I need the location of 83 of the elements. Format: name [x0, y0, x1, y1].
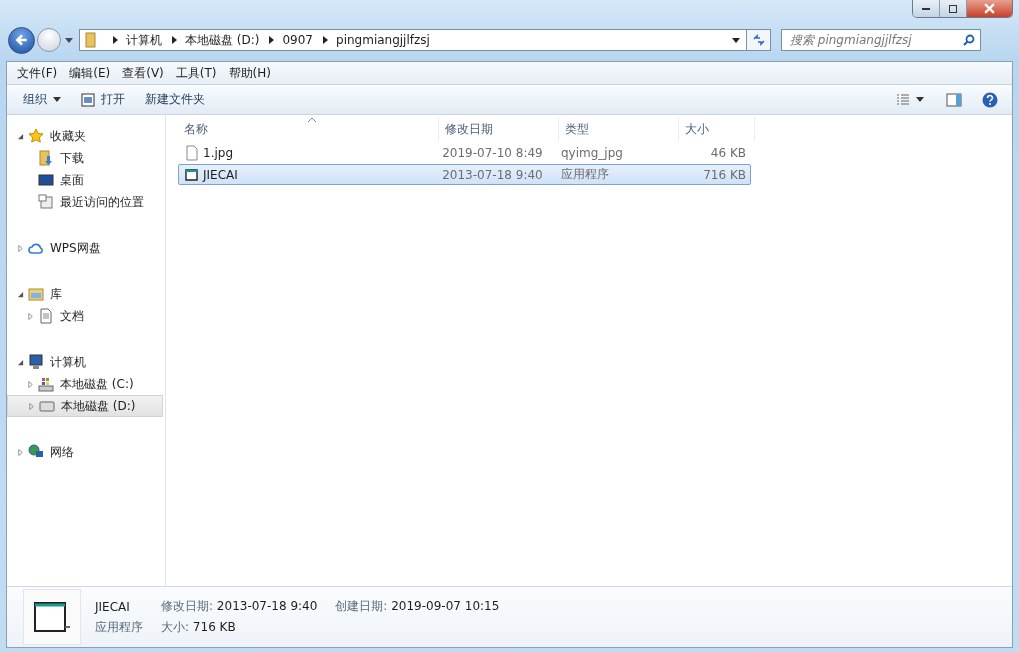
- window-icon: [81, 92, 95, 107]
- file-row[interactable]: 1.jpg 2019-07-10 8:49 qyimg_jpg 46 KB: [178, 142, 751, 163]
- back-button[interactable]: [8, 26, 35, 54]
- nav-item[interactable]: 库: [7, 283, 163, 305]
- file-size: 716 KB: [702, 167, 747, 182]
- menu-item[interactable]: 帮助(H): [222, 64, 277, 82]
- details-label: 创建日期: 2019-09-07 10:15: [335, 598, 500, 615]
- nav-item[interactable]: 网络: [7, 441, 163, 463]
- minimize-button[interactable]: [913, 0, 940, 17]
- nav-item[interactable]: 文档: [7, 305, 163, 327]
- recent-places-icon: [38, 194, 54, 210]
- breadcrumb-arrow-icon[interactable]: [172, 36, 177, 44]
- column-header[interactable]: 类型: [559, 117, 679, 141]
- expanded-arrow-icon[interactable]: [17, 132, 24, 140]
- details-label: 修改日期: 2013-07-18 9:40: [161, 598, 318, 615]
- nav-item[interactable]: 本地磁盘 (C:): [7, 373, 163, 395]
- document-icon: [38, 308, 54, 324]
- details-file-name: JIECAI: [95, 599, 131, 614]
- file-type: 应用程序: [559, 166, 610, 183]
- column-header[interactable]: 修改日期: [439, 117, 559, 141]
- expanded-arrow-icon[interactable]: [17, 290, 24, 298]
- refresh-icon: [752, 34, 765, 46]
- breadcrumb-item[interactable]: 计算机: [126, 31, 162, 49]
- search-icon[interactable]: [963, 34, 975, 46]
- breadcrumb-item[interactable]: 本地磁盘 (D:): [185, 31, 260, 49]
- column-header[interactable]: 名称: [178, 117, 439, 141]
- network-icon: [28, 444, 44, 460]
- file-name: JIECAI: [203, 167, 238, 182]
- modified-date: 2019-07-10 8:49: [441, 145, 544, 160]
- nav-item[interactable]: WPS网盘: [7, 237, 163, 259]
- maximize-button[interactable]: [940, 0, 967, 17]
- back-arrow-icon: [14, 33, 29, 47]
- desktop-icon: [38, 172, 54, 188]
- expanded-arrow-icon[interactable]: [17, 358, 24, 366]
- menu-item[interactable]: 编辑(E): [63, 64, 117, 82]
- breadcrumb-arrow-icon[interactable]: [269, 36, 275, 44]
- application-icon: [184, 166, 200, 183]
- menu-item[interactable]: 工具(T): [169, 64, 223, 82]
- nav-item[interactable]: 最近访问的位置: [7, 191, 163, 213]
- nav-item[interactable]: 收藏夹: [7, 125, 163, 147]
- file-size: 46 KB: [709, 145, 747, 160]
- preview-pane-icon: [946, 92, 962, 107]
- blank-file-icon: [184, 144, 200, 161]
- star-icon: [28, 128, 44, 144]
- details-file-type: 应用程序: [95, 619, 143, 636]
- computer-icon: [28, 354, 44, 370]
- library-folder-icon: [28, 286, 44, 302]
- breadcrumb-item[interactable]: 0907: [282, 33, 313, 47]
- caret-icon: [53, 97, 61, 102]
- maximize-icon: [948, 3, 958, 14]
- file-thumbnail: [23, 589, 81, 645]
- breadcrumb-arrow-icon[interactable]: [323, 36, 328, 44]
- nav-item[interactable]: 桌面: [7, 169, 163, 191]
- nav-item[interactable]: 本地磁盘 (D:): [7, 395, 163, 417]
- address-bar[interactable]: 计算机 本地磁盘 (D:) 0907 pingmiangjjlfzsj: [79, 29, 771, 51]
- nav-item[interactable]: 下载: [7, 147, 163, 169]
- help-icon: [982, 91, 998, 108]
- search-field[interactable]: 搜索 pingmiangjjlfzsj: [781, 29, 981, 51]
- open-button[interactable]: 打开: [75, 88, 131, 111]
- dropdown-caret-icon[interactable]: [732, 37, 740, 43]
- details-label: 大小: 716 KB: [161, 619, 237, 636]
- refresh-button[interactable]: [746, 30, 770, 50]
- menu-item[interactable]: 文件(F): [11, 64, 64, 82]
- organize-button[interactable]: 组织: [17, 88, 67, 111]
- caret-icon[interactable]: [916, 97, 924, 102]
- file-name: 1.jpg: [203, 145, 234, 160]
- modified-date: 2013-07-18 9:40: [441, 167, 544, 182]
- file-row[interactable]: JIECAI 2013-07-18 9:40 应用程序 716 KB: [178, 164, 751, 185]
- close-icon: [984, 3, 995, 14]
- system-drive-icon: [38, 376, 54, 392]
- breadcrumb-arrow-icon[interactable]: [113, 36, 118, 44]
- column-header[interactable]: 大小: [679, 117, 755, 141]
- nav-item[interactable]: 计算机: [7, 351, 163, 373]
- file-type: qyimg_jpg: [559, 145, 624, 160]
- close-button[interactable]: [967, 0, 1012, 17]
- menu-item[interactable]: 查看(V): [116, 64, 170, 82]
- drive-icon: [39, 398, 55, 414]
- new-folder-button[interactable]: 新建文件夹: [139, 88, 211, 111]
- download-folder-icon: [38, 150, 54, 166]
- details-view-icon: [896, 93, 910, 106]
- breadcrumb-item[interactable]: pingmiangjjlfzsj: [336, 33, 430, 47]
- minimize-icon: [921, 7, 931, 10]
- recent-pages-caret-icon[interactable]: [65, 37, 73, 43]
